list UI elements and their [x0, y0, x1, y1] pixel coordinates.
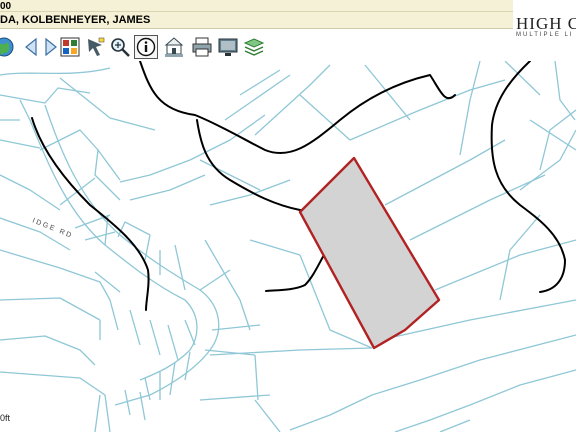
- map-toolbar: [0, 33, 514, 61]
- header-title-bar: 00: [0, 0, 513, 12]
- parcel-boundaries: [0, 61, 576, 432]
- zoom-tool-icon[interactable]: [108, 35, 132, 59]
- map-grid-icon[interactable]: [58, 35, 82, 59]
- owner-names-label: DA, KOLBENHEYER, JAMES: [0, 14, 151, 26]
- property-icon[interactable]: [162, 35, 186, 59]
- info-icon[interactable]: [134, 35, 158, 59]
- select-pointer-icon[interactable]: [84, 35, 108, 59]
- parcel-map[interactable]: IDGE RD: [0, 61, 576, 432]
- header-owner-bar: DA, KOLBENHEYER, JAMES: [0, 12, 513, 29]
- road-name-label: IDGE RD: [31, 217, 74, 240]
- logo-sub-text: MULTIPLE LI: [516, 32, 574, 38]
- brand-logo: HIGH C MULTIPLE LI: [514, 14, 576, 40]
- elevation-contours: [31, 61, 566, 311]
- layers-icon[interactable]: [242, 35, 266, 59]
- parcel-id-label: 00: [0, 1, 12, 12]
- globe-icon[interactable]: [0, 35, 16, 59]
- logo-main-text: HIGH C: [516, 14, 576, 33]
- selected-parcel[interactable]: [298, 156, 441, 350]
- screen-icon[interactable]: [216, 35, 240, 59]
- map-canvas[interactable]: IDGE RD: [0, 61, 576, 432]
- scale-bar-label: 0ft: [0, 413, 11, 423]
- print-icon[interactable]: [190, 35, 214, 59]
